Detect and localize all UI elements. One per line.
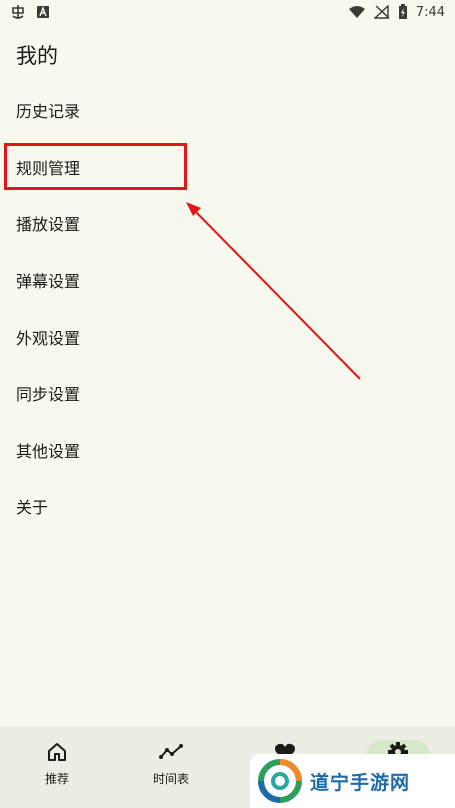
home-icon [48,743,66,761]
tab-recommend[interactable]: 推荐 [12,740,102,787]
tab-label: 时间表 [152,772,189,786]
watermark-badge: 道宁手游网 [250,754,455,808]
watermark-logo-icon [258,759,302,803]
watermark-text: 道宁手游网 [310,771,411,794]
timeline-icon [159,744,183,759]
tab-timeline[interactable]: 时间表 [126,740,216,787]
annotation-arrow [186,202,361,380]
tab-label: 推荐 [44,772,69,786]
